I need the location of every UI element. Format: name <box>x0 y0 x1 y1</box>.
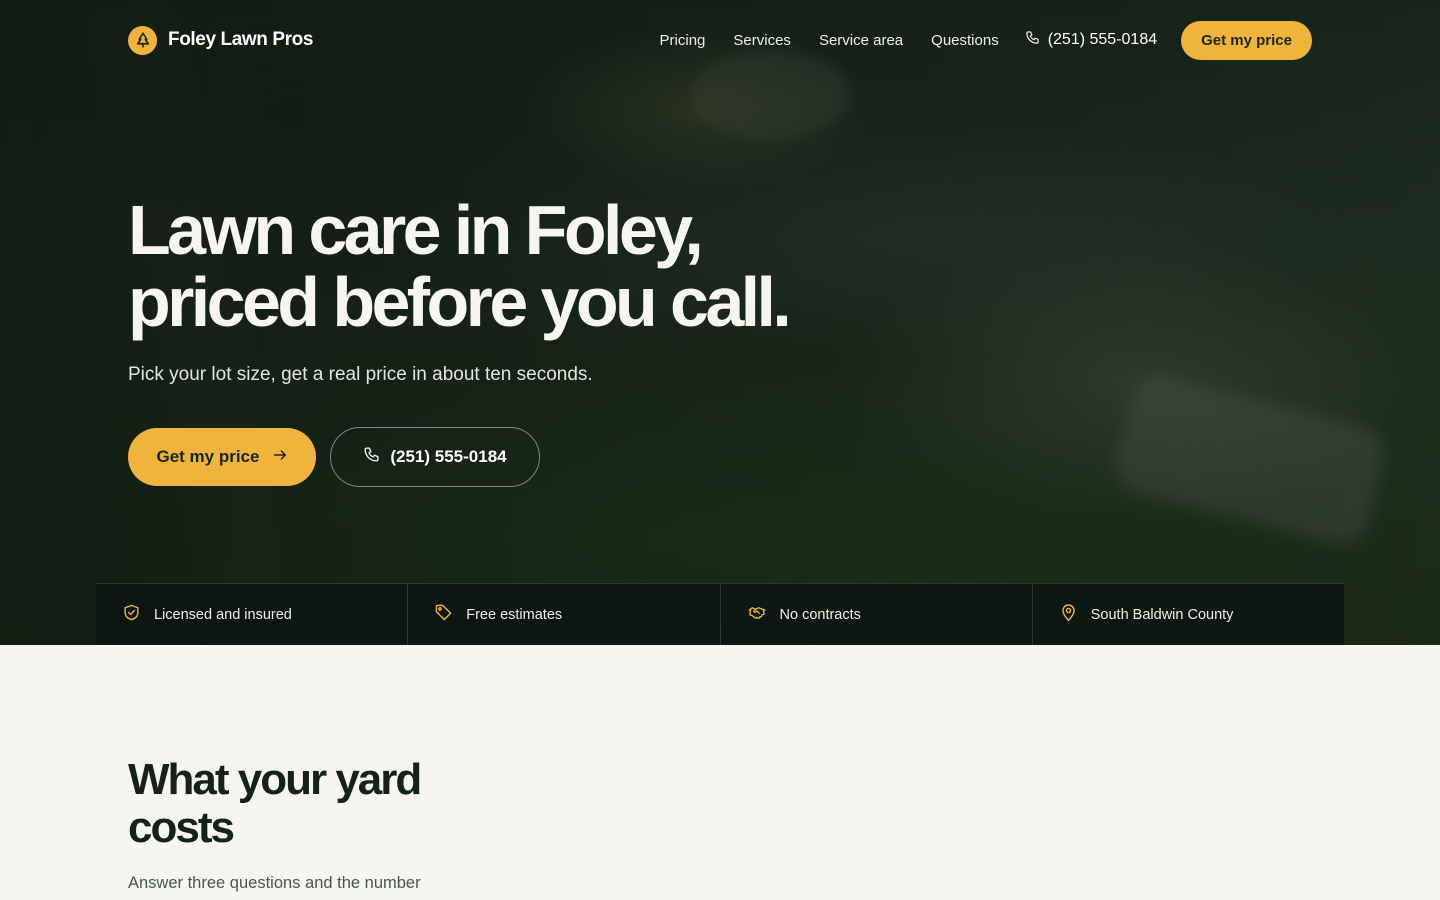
trust-item-area: South Baldwin County <box>1031 584 1344 645</box>
arrow-right-icon <box>272 447 288 468</box>
trust-item-licensed: Licensed and insured <box>96 584 407 645</box>
pricing-section-title: What your yard costs <box>128 755 422 852</box>
nav-link-pricing[interactable]: Pricing <box>660 32 706 49</box>
nav-get-price-button[interactable]: Get my price <box>1181 20 1312 60</box>
handshake-icon <box>747 603 767 626</box>
tree-icon <box>128 25 157 55</box>
top-nav: Foley Lawn Pros Pricing Services Service… <box>128 20 1312 60</box>
brand-name: Foley Lawn Pros <box>168 29 313 50</box>
trust-label: Free estimates <box>466 606 563 623</box>
phone-icon <box>363 446 380 468</box>
nav-link-service-area[interactable]: Service area <box>819 32 903 49</box>
trust-label: Licensed and insured <box>154 606 292 623</box>
nav-phone-number: (251) 555-0184 <box>1047 31 1158 48</box>
hero-call-label: (251) 555-0184 <box>390 447 507 466</box>
nav-link-services[interactable]: Services <box>733 32 791 49</box>
trust-bar: Licensed and insured Free estimates No c… <box>96 583 1344 645</box>
hero-call-button[interactable]: (251) 555-0184 <box>330 427 540 487</box>
hero-headline: Lawn care in Foley, priced before you ca… <box>128 191 792 341</box>
trust-item-contracts: No contracts <box>719 584 1032 645</box>
map-pin-icon <box>1059 603 1078 626</box>
hero-headline-line-2: priced before you call. <box>128 263 792 341</box>
trust-item-estimates: Free estimates <box>407 584 719 645</box>
hero-headline-line-1: Lawn care in Foley, <box>128 191 704 269</box>
brand[interactable]: Foley Lawn Pros <box>128 25 313 55</box>
hero-get-price-label: Get my price <box>156 447 260 466</box>
pricing-title-line-2: costs <box>128 803 235 852</box>
hero-get-price-button[interactable]: Get my price <box>128 428 316 486</box>
hero-subhead: Pick your lot size, get a real price in … <box>128 364 593 385</box>
nav-link-questions[interactable]: Questions <box>931 32 999 49</box>
shield-check-icon <box>122 603 141 626</box>
hero-section: Foley Lawn Pros Pricing Services Service… <box>0 0 1440 645</box>
phone-icon <box>1025 30 1040 50</box>
nav-links: Pricing Services Service area Questions … <box>660 20 1312 60</box>
trust-label: South Baldwin County <box>1090 606 1234 623</box>
price-tag-icon <box>434 603 453 626</box>
trust-label: No contracts <box>779 606 861 623</box>
pricing-section-subtitle: Answer three questions and the number <box>128 874 421 892</box>
nav-phone-link[interactable]: (251) 555-0184 <box>1025 30 1157 50</box>
pricing-title-line-1: What your yard <box>128 755 422 804</box>
